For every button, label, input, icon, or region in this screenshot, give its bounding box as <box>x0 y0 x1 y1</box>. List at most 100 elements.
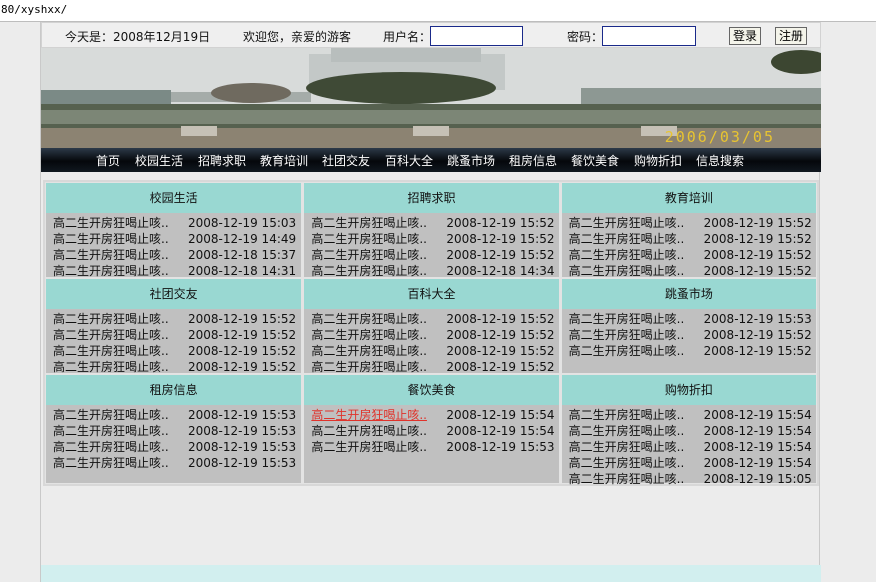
post-title-link[interactable]: 高二生开房狂喝止咳.. <box>53 231 169 247</box>
post-row: 高二生开房狂喝止咳.. 2008-12-19 15:52 <box>304 343 558 359</box>
post-date: 2008-12-18 15:37 <box>188 248 297 262</box>
nav-education[interactable]: 教育培训 <box>260 152 308 169</box>
post-title-link[interactable]: 高二生开房狂喝止咳.. <box>311 215 427 231</box>
section-panel: 跳蚤市场 高二生开房狂喝止咳.. 2008-12-19 15:53 高二生开房狂喝止咳… <box>559 278 817 374</box>
section-title: 百科大全 <box>304 279 559 309</box>
post-row: 高二生开房狂喝止咳.. 2008-12-19 15:52 <box>304 215 558 231</box>
nav-rentals[interactable]: 租房信息 <box>509 152 557 169</box>
post-row: 高二生开房狂喝止咳.. 2008-12-18 15:37 <box>46 247 301 263</box>
section-row: 校园生活 高二生开房狂喝止咳.. 2008-12-19 15:03 高二生开房狂喝止咳… <box>45 182 817 278</box>
nav-jobs[interactable]: 招聘求职 <box>198 152 246 169</box>
nav-search[interactable]: 信息搜索 <box>696 152 744 169</box>
nav-encyclopedia[interactable]: 百科大全 <box>385 152 433 169</box>
section-post-list: 高二生开房狂喝止咳.. 2008-12-19 15:52 高二生开房狂喝止咳.. 20… <box>562 213 816 281</box>
footer-band <box>41 565 821 582</box>
post-date: 2008-12-19 15:53 <box>446 440 555 454</box>
nav-shopping[interactable]: 购物折扣 <box>634 152 682 169</box>
section-row: 租房信息 高二生开房狂喝止咳.. 2008-12-19 15:53 高二生开房狂喝止咳… <box>45 374 817 487</box>
section-title: 教育培训 <box>561 183 816 213</box>
post-date: 2008-12-19 15:52 <box>446 248 555 262</box>
post-date: 2008-12-19 15:52 <box>703 344 812 358</box>
section-title: 社团交友 <box>46 279 302 309</box>
post-date: 2008-12-18 14:31 <box>188 264 297 278</box>
nav-clubs[interactable]: 社团交友 <box>322 152 370 169</box>
post-row: 高二生开房狂喝止咳.. 2008-12-19 15:53 <box>46 455 301 471</box>
post-title-link[interactable]: 高二生开房狂喝止咳.. <box>53 343 169 359</box>
address-bar[interactable]: 80/xyshxx/ <box>0 0 876 22</box>
register-button[interactable]: 注册 <box>775 27 808 45</box>
post-row: 高二生开房狂喝止咳.. 2008-12-19 15:53 <box>304 439 558 455</box>
post-date: 2008-12-19 15:52 <box>446 216 555 230</box>
post-title-link[interactable]: 高二生开房狂喝止咳.. <box>569 423 685 439</box>
login-bar: 今天是：2008年12月19日 欢迎您，亲爱的游客 用户名： 密码： 登录 注册 <box>41 22 821 48</box>
post-row: 高二生开房狂喝止咳.. 2008-12-19 15:53 <box>562 311 816 327</box>
section-panel: 社团交友 高二生开房狂喝止咳.. 2008-12-19 15:52 高二生开房狂喝止咳… <box>45 278 303 377</box>
post-title-link[interactable]: 高二生开房狂喝止咳.. <box>53 407 169 423</box>
post-title-link[interactable]: 高二生开房狂喝止咳.. <box>569 343 685 359</box>
post-row: 高二生开房狂喝止咳.. 2008-12-19 15:52 <box>562 231 816 247</box>
post-date: 2008-12-19 15:54 <box>446 408 555 422</box>
username-input[interactable] <box>430 26 523 46</box>
post-title-link[interactable]: 高二生开房狂喝止咳.. <box>311 311 427 327</box>
post-title-link[interactable]: 高二生开房狂喝止咳.. <box>569 231 685 247</box>
post-date: 2008-12-19 15:52 <box>446 344 555 358</box>
welcome-text: 欢迎您，亲爱的游客 <box>243 30 352 44</box>
post-title-link[interactable]: 高二生开房狂喝止咳.. <box>569 327 685 343</box>
post-title-link[interactable]: 高二生开房狂喝止咳.. <box>311 359 427 375</box>
post-title-link[interactable]: 高二生开房狂喝止咳.. <box>569 263 685 279</box>
post-title-link[interactable]: 高二生开房狂喝止咳.. <box>569 215 685 231</box>
post-title-link[interactable]: 高二生开房狂喝止咳.. <box>569 471 685 487</box>
nav-dining[interactable]: 餐饮美食 <box>571 152 619 169</box>
post-title-link[interactable]: 高二生开房狂喝止咳.. <box>311 231 427 247</box>
section-panel: 百科大全高二生开房狂喝止咳.. 2008-12-19 15:52 高二生开房狂喝止咳… <box>302 278 560 375</box>
section-post-list: 高二生开房狂喝止咳.. 2008-12-19 15:52 高二生开房狂喝止咳.. 20… <box>46 309 301 377</box>
post-title-link[interactable]: 高二生开房狂喝止咳.. <box>311 327 427 343</box>
section-title: 跳蚤市场 <box>561 279 816 309</box>
section-panel: 教育培训 高二生开房狂喝止咳.. 2008-12-19 15:52 高二生开房狂喝止咳… <box>559 182 817 281</box>
post-title-link[interactable]: 高二生开房狂喝止咳.. <box>311 263 427 279</box>
post-date: 2008-12-19 15:52 <box>703 232 812 246</box>
nav-flea-market[interactable]: 跳蚤市场 <box>447 152 495 169</box>
post-title-link[interactable]: 高二生开房狂喝止咳.. <box>53 439 169 455</box>
post-title-link[interactable]: 高二生开房狂喝止咳.. <box>53 455 169 471</box>
post-row: 高二生开房狂喝止咳.. 2008-12-19 15:52 <box>562 247 816 263</box>
post-date: 2008-12-19 15:52 <box>703 264 812 278</box>
post-row: 高二生开房狂喝止咳.. 2008-12-19 15:54 <box>562 423 816 439</box>
username-label: 用户名： <box>383 30 432 44</box>
post-row: 高二生开房狂喝止咳.. 2008-12-19 15:52 <box>304 327 558 343</box>
post-title-link[interactable]: 高二生开房狂喝止咳.. <box>53 311 169 327</box>
post-title-link[interactable]: 高二生开房狂喝止咳.. <box>53 263 169 279</box>
page-container: 今天是：2008年12月19日 欢迎您，亲爱的游客 用户名： 密码： 登录 注册… <box>40 22 821 582</box>
post-date: 2008-12-19 15:54 <box>703 424 812 438</box>
post-title-link[interactable]: 高二生开房狂喝止咳.. <box>53 215 169 231</box>
section-row: 社团交友 高二生开房狂喝止咳.. 2008-12-19 15:52 高二生开房狂喝止咳… <box>45 278 817 374</box>
post-title-link[interactable]: 高二生开房狂喝止咳.. <box>53 359 169 375</box>
post-title-link[interactable]: 高二生开房狂喝止咳.. <box>311 343 427 359</box>
nav-home[interactable]: 首页 <box>96 152 120 169</box>
post-title-link[interactable]: 高二生开房狂喝止咳.. <box>311 423 427 439</box>
post-title-link[interactable]: 高二生开房狂喝止咳.. <box>53 423 169 439</box>
post-title-link[interactable]: 高二生开房狂喝止咳.. <box>311 439 427 455</box>
post-title-link[interactable]: 高二生开房狂喝止咳.. <box>53 247 169 263</box>
post-title-link[interactable]: 高二生开房狂喝止咳.. <box>569 439 685 455</box>
post-date: 2008-12-19 14:49 <box>188 232 297 246</box>
section-post-list: 高二生开房狂喝止咳.. 2008-12-19 15:54 高二生开房狂喝止咳.. 20… <box>304 405 558 457</box>
post-row: 高二生开房狂喝止咳.. 2008-12-19 15:52 <box>46 343 301 359</box>
current-date: 今天是：2008年12月19日 <box>65 30 211 44</box>
post-title-link[interactable]: 高二生开房狂喝止咳.. <box>569 455 685 471</box>
post-title-link[interactable]: 高二生开房狂喝止咳.. <box>569 247 685 263</box>
password-input[interactable] <box>602 26 696 46</box>
post-date: 2008-12-19 15:52 <box>188 344 297 358</box>
post-title-link[interactable]: 高二生开房狂喝止咳.. <box>569 407 685 423</box>
post-title-link[interactable]: 高二生开房狂喝止咳.. <box>53 327 169 343</box>
sections-grid: 校园生活 高二生开房狂喝止咳.. 2008-12-19 15:03 高二生开房狂喝止咳… <box>43 180 819 486</box>
main-nav: 首页 校园生活 招聘求职 教育培训 社团交友 百科大全 跳蚤市场 租房信息 餐饮… <box>41 148 821 172</box>
nav-campus-life[interactable]: 校园生活 <box>135 152 183 169</box>
post-title-link[interactable]: 高二生开房狂喝止咳.. <box>311 247 427 263</box>
section-title: 购物折扣 <box>561 375 816 405</box>
post-title-link[interactable]: 高二生开房狂喝止咳.. <box>311 407 427 423</box>
post-title-link[interactable]: 高二生开房狂喝止咳.. <box>569 311 685 327</box>
post-date: 2008-12-19 15:54 <box>446 424 555 438</box>
section-post-list: 高二生开房狂喝止咳.. 2008-12-19 15:52 高二生开房狂喝止咳.. 20… <box>304 213 558 281</box>
login-button[interactable]: 登录 <box>729 27 762 45</box>
